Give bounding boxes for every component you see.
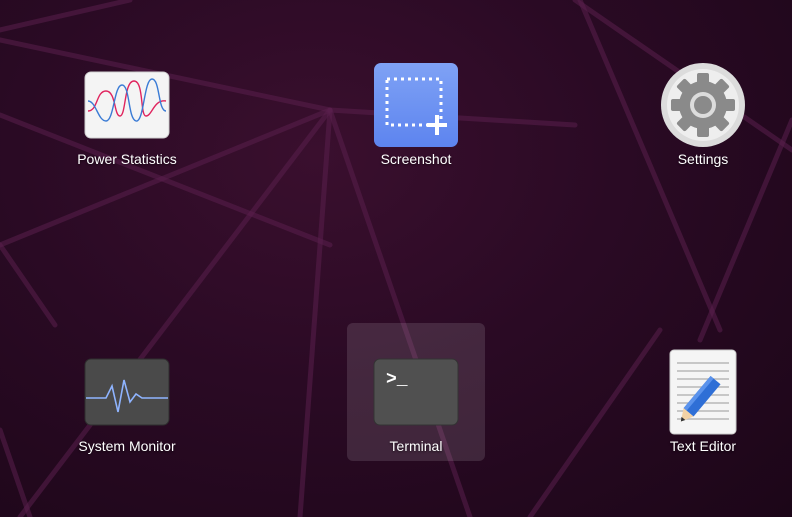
settings-icon bbox=[660, 62, 746, 148]
screenshot-icon bbox=[373, 62, 459, 148]
app-screenshot[interactable]: Screenshot bbox=[347, 36, 485, 174]
app-system-monitor[interactable]: System Monitor bbox=[58, 323, 196, 461]
app-settings[interactable]: Settings bbox=[634, 36, 772, 174]
app-terminal[interactable]: >_ Terminal bbox=[347, 323, 485, 461]
app-text-editor[interactable]: Text Editor bbox=[634, 323, 772, 461]
app-label: Text Editor bbox=[669, 438, 737, 454]
text-editor-icon bbox=[660, 349, 746, 435]
app-label: Power Statistics bbox=[77, 151, 177, 167]
system-monitor-icon bbox=[84, 349, 170, 435]
terminal-icon: >_ bbox=[373, 349, 459, 435]
app-label: Terminal bbox=[389, 438, 443, 454]
app-label: Settings bbox=[677, 151, 729, 167]
power-statistics-icon bbox=[84, 62, 170, 148]
app-label: Screenshot bbox=[380, 151, 452, 167]
app-label: System Monitor bbox=[78, 438, 176, 454]
app-power-statistics[interactable]: Power Statistics bbox=[58, 36, 196, 174]
terminal-prompt: >_ bbox=[386, 370, 408, 390]
